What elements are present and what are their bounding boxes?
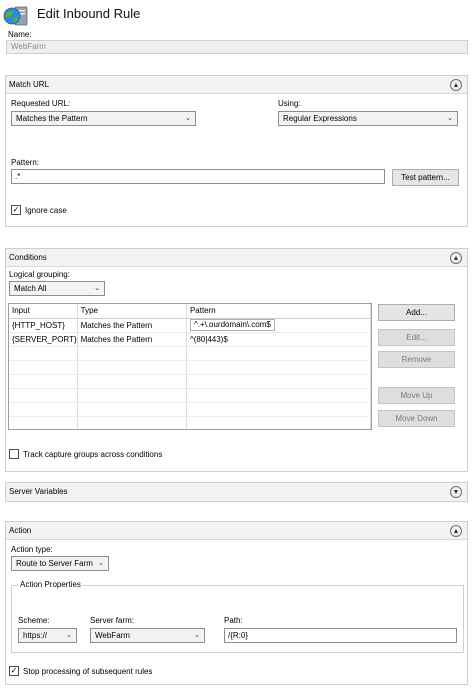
stop-processing-checkbox[interactable]: ✓ xyxy=(9,666,19,676)
table-row[interactable]: {HTTP_HOST} Matches the Pattern ^.+\.our… xyxy=(9,318,371,333)
table-row-empty xyxy=(9,402,371,417)
match-url-header[interactable]: Match URL ▲ xyxy=(6,76,467,94)
cell-type: Matches the Pattern xyxy=(77,318,187,333)
path-label: Path: xyxy=(224,616,243,625)
move-down-button[interactable]: Move Down xyxy=(378,410,455,427)
conditions-header[interactable]: Conditions ▲ xyxy=(6,249,467,267)
chevron-down-icon: ⌄ xyxy=(185,115,191,122)
cell-pattern: ^(80|443)$ xyxy=(186,332,371,347)
requested-url-label: Requested URL: xyxy=(11,99,71,108)
requested-url-select[interactable]: Matches the Pattern ⌄ xyxy=(11,111,196,126)
chevron-down-icon: ⌄ xyxy=(194,632,200,639)
name-label: Name: xyxy=(8,30,32,39)
test-pattern-button[interactable]: Test pattern... xyxy=(392,169,459,186)
cell-input: {HTTP_HOST} xyxy=(9,318,78,333)
action-type-value: Route to Server Farm xyxy=(16,559,93,568)
stop-processing-label: Stop processing of subsequent rules xyxy=(23,667,153,676)
chevron-down-icon: ⌄ xyxy=(94,285,100,292)
conditions-table[interactable]: Input Type Pattern {HTTP_HOST} Matches t… xyxy=(8,303,372,430)
action-header[interactable]: Action ▲ xyxy=(6,522,467,540)
table-row-empty xyxy=(9,360,371,375)
chevron-down-icon: ⌄ xyxy=(98,560,104,567)
scheme-select[interactable]: https:// ⌄ xyxy=(18,628,77,643)
path-input[interactable]: /{R:0} xyxy=(224,628,457,643)
using-select[interactable]: Regular Expressions ⌄ xyxy=(278,111,458,126)
logical-grouping-value: Match All xyxy=(14,284,47,293)
server-variables-header[interactable]: Server Variables ▼ xyxy=(6,483,467,501)
action-properties-title: Action Properties xyxy=(18,580,83,589)
server-farm-label: Server farm: xyxy=(90,616,135,625)
table-row-empty xyxy=(9,346,371,361)
server-farm-select[interactable]: WebFarm ⌄ xyxy=(90,628,205,643)
edit-condition-button[interactable]: Edit... xyxy=(378,329,455,346)
page-title: Edit Inbound Rule xyxy=(37,6,141,21)
using-value: Regular Expressions xyxy=(283,114,357,123)
remove-condition-button[interactable]: Remove xyxy=(378,351,455,368)
using-label: Using: xyxy=(278,99,301,108)
cell-type: Matches the Pattern xyxy=(77,332,187,347)
chevron-down-icon: ⌄ xyxy=(447,115,453,122)
globe-server-icon xyxy=(2,4,30,28)
column-header-input[interactable]: Input xyxy=(9,304,78,319)
cell-pattern-value: ^.+\.ourdomain\.com$ xyxy=(189,319,275,331)
table-row-empty xyxy=(9,388,371,403)
cell-pattern: ^.+\.ourdomain\.com$ xyxy=(186,318,371,333)
column-header-pattern[interactable]: Pattern xyxy=(186,304,371,319)
match-url-section: Match URL ▲ xyxy=(5,75,468,227)
requested-url-value: Matches the Pattern xyxy=(16,114,88,123)
action-title: Action xyxy=(9,526,32,535)
column-header-type[interactable]: Type xyxy=(77,304,187,319)
track-capture-groups-checkbox[interactable] xyxy=(9,449,19,459)
server-variables-title: Server Variables xyxy=(9,487,68,496)
chevron-up-icon[interactable]: ▲ xyxy=(450,252,462,264)
table-row-empty xyxy=(9,374,371,389)
action-type-select[interactable]: Route to Server Farm ⌄ xyxy=(11,556,109,571)
add-condition-button[interactable]: Add... xyxy=(378,304,455,321)
chevron-up-icon[interactable]: ▲ xyxy=(450,79,462,91)
chevron-up-icon[interactable]: ▲ xyxy=(450,525,462,537)
track-capture-groups-label: Track capture groups across conditions xyxy=(23,450,163,459)
conditions-title: Conditions xyxy=(9,253,47,262)
pattern-label: Pattern: xyxy=(11,158,40,167)
pattern-input[interactable]: .* xyxy=(11,169,385,184)
logical-grouping-select[interactable]: Match All ⌄ xyxy=(9,281,105,296)
chevron-down-icon: ⌄ xyxy=(66,632,72,639)
server-farm-value: WebFarm xyxy=(95,631,130,640)
name-field[interactable]: WebFarm xyxy=(6,40,468,54)
move-up-button[interactable]: Move Up xyxy=(378,387,455,404)
ignore-case-label: Ignore case xyxy=(25,206,67,215)
table-row[interactable]: {SERVER_PORT} Matches the Pattern ^(80|4… xyxy=(9,332,371,347)
match-url-title: Match URL xyxy=(9,80,50,89)
table-header-row: Input Type Pattern xyxy=(9,304,371,319)
ignore-case-checkbox[interactable]: ✓ xyxy=(11,205,21,215)
server-variables-section: Server Variables ▼ xyxy=(5,482,468,502)
chevron-down-icon[interactable]: ▼ xyxy=(450,486,462,498)
logical-grouping-label: Logical grouping: xyxy=(9,270,70,279)
scheme-label: Scheme: xyxy=(18,616,50,625)
scheme-value: https:// xyxy=(23,631,48,640)
action-type-label: Action type: xyxy=(11,545,53,554)
table-row-empty xyxy=(9,416,371,429)
cell-input: {SERVER_PORT} xyxy=(9,332,78,347)
